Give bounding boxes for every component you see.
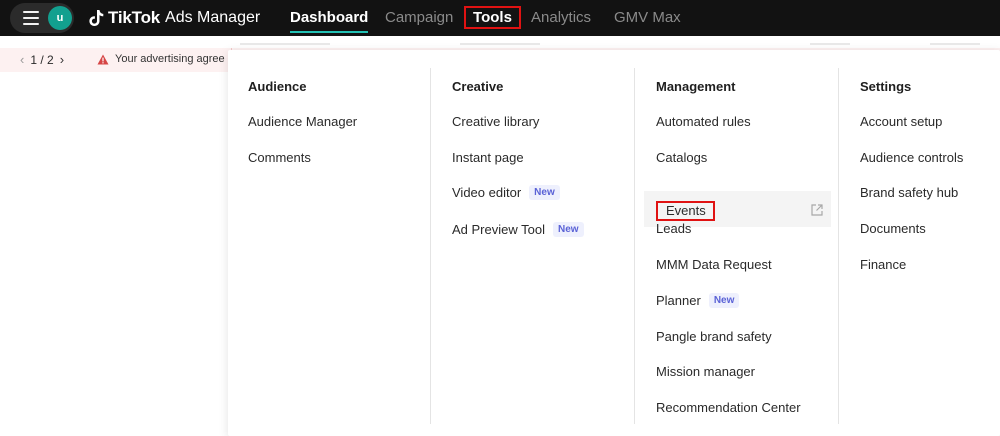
- planner-label: Planner: [656, 293, 701, 308]
- settings-column: Settings Account setup Audience controls…: [840, 68, 1000, 424]
- column-divider: [634, 68, 635, 424]
- audience-column: Audience Audience Manager Comments: [228, 68, 430, 424]
- new-badge: New: [552, 222, 584, 237]
- menu-item-ad-preview-tool[interactable]: Ad Preview Tool New: [452, 222, 584, 237]
- menu-item-video-editor[interactable]: Video editor New: [452, 185, 560, 200]
- menu-item-mission-manager[interactable]: Mission manager: [656, 364, 755, 379]
- chevron-right-icon[interactable]: ›: [60, 52, 64, 67]
- background-strip: [0, 36, 1000, 48]
- nav-campaign[interactable]: Campaign: [385, 9, 453, 26]
- menu-item-catalogs[interactable]: Catalogs: [656, 150, 707, 165]
- top-navigation-bar: u TikTok Ads Manager Dashboard Campaign …: [0, 0, 1000, 36]
- nav-tools[interactable]: Tools: [464, 6, 521, 29]
- menu-item-mmm-data-request[interactable]: MMM Data Request: [656, 257, 772, 272]
- menu-item-audience-manager[interactable]: Audience Manager: [248, 114, 357, 129]
- menu-item-instant-page[interactable]: Instant page: [452, 150, 524, 165]
- menu-item-account-setup[interactable]: Account setup: [860, 114, 942, 129]
- column-divider: [838, 68, 839, 424]
- brand-product: Ads Manager: [165, 9, 261, 26]
- menu-item-creative-library[interactable]: Creative library: [452, 114, 539, 129]
- creative-column: Creative Creative library Instant page V…: [432, 68, 634, 424]
- tiktok-logo-icon: [89, 10, 104, 26]
- nav-gmv-max[interactable]: GMV Max: [614, 9, 681, 26]
- hamburger-icon[interactable]: [23, 11, 39, 25]
- nav-dashboard[interactable]: Dashboard: [290, 9, 369, 33]
- video-editor-label: Video editor: [452, 185, 522, 200]
- menu-item-leads[interactable]: Leads: [656, 221, 691, 236]
- pager-count: 1 / 2: [30, 52, 54, 67]
- avatar[interactable]: u: [48, 6, 72, 30]
- brand-name: TikTok: [108, 8, 161, 27]
- menu-item-brand-safety-hub[interactable]: Brand safety hub: [860, 185, 958, 200]
- external-link-icon[interactable]: [811, 204, 823, 216]
- new-badge: New: [529, 185, 560, 200]
- new-badge: New: [708, 293, 740, 308]
- audience-heading: Audience: [248, 79, 307, 94]
- management-column: Management Automated rules Catalogs Even…: [636, 68, 838, 424]
- management-heading: Management: [656, 79, 736, 94]
- menu-item-comments[interactable]: Comments: [248, 150, 311, 165]
- menu-item-recommendation-center[interactable]: Recommendation Center: [656, 400, 801, 415]
- brand-logo[interactable]: TikTok Ads Manager: [88, 6, 260, 30]
- events-label: Events: [656, 201, 715, 221]
- tools-dropdown-menu: Audience Audience Manager Comments Creat…: [228, 50, 1000, 436]
- warning-icon: [97, 54, 109, 65]
- menu-item-documents[interactable]: Documents: [860, 221, 926, 236]
- column-divider: [430, 68, 431, 424]
- menu-item-planner[interactable]: Planner New: [656, 293, 740, 308]
- notice-pager: ‹ 1 / 2 ›: [20, 52, 64, 67]
- chevron-left-icon[interactable]: ‹: [20, 52, 24, 67]
- notice-text[interactable]: Your advertising agree: [115, 53, 228, 65]
- menu-item-audience-controls[interactable]: Audience controls: [860, 150, 963, 165]
- creative-heading: Creative: [452, 79, 504, 94]
- notice-panel: ‹ 1 / 2 › Your advertising agree: [0, 48, 232, 72]
- settings-heading: Settings: [860, 79, 912, 94]
- menu-item-pangle-brand-safety[interactable]: Pangle brand safety: [656, 329, 772, 344]
- menu-item-automated-rules[interactable]: Automated rules: [656, 114, 751, 129]
- menu-item-finance[interactable]: Finance: [860, 257, 906, 272]
- ad-preview-tool-label: Ad Preview Tool: [452, 222, 545, 237]
- nav-analytics[interactable]: Analytics: [531, 9, 591, 26]
